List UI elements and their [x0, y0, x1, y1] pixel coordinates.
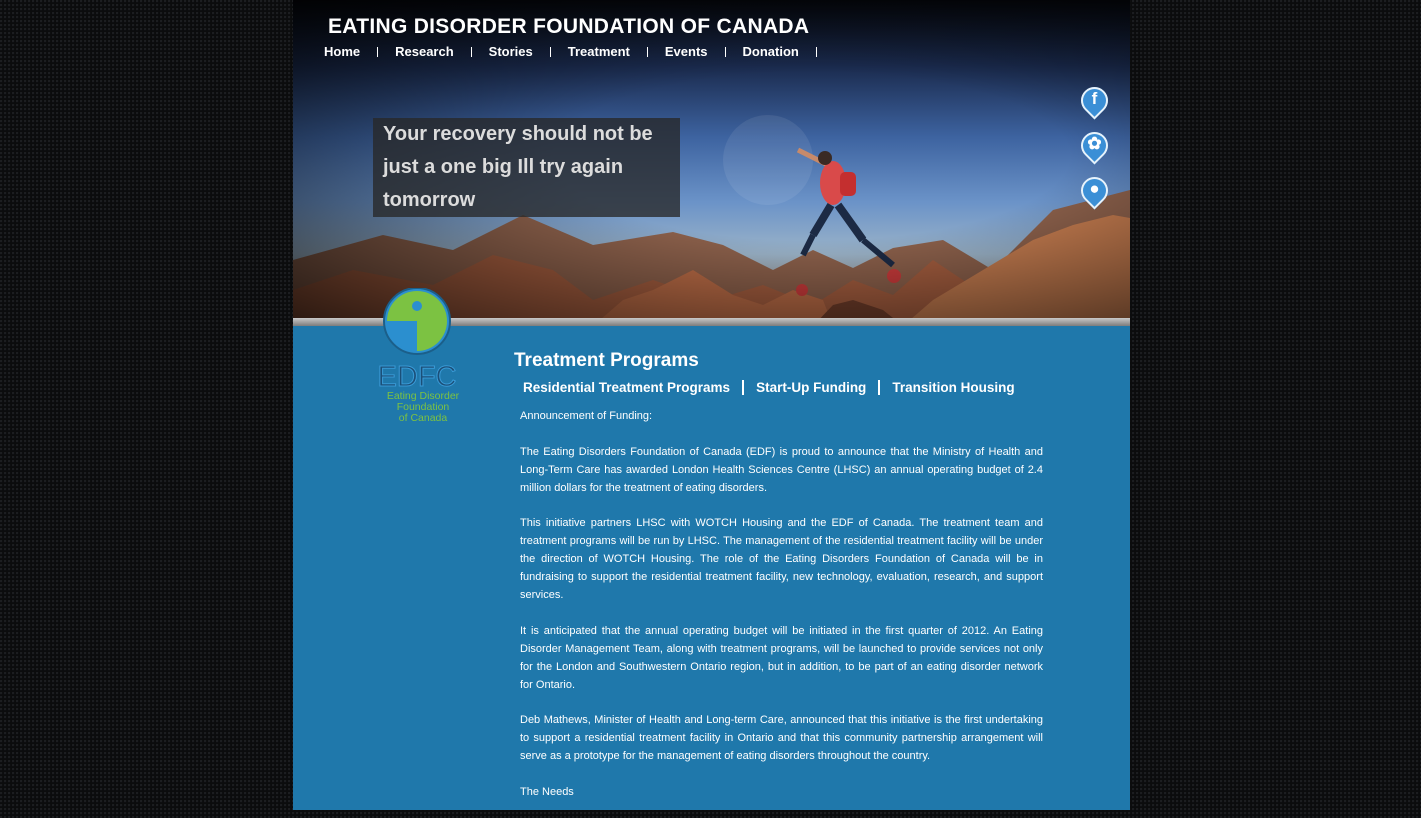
puzzle-logo-icon: EDFC Eating Disorder Foundation of Canad… [377, 287, 460, 424]
facebook-icon: f [1091, 89, 1098, 108]
nav-separator [377, 46, 379, 57]
location-link[interactable]: ● [1075, 171, 1114, 213]
facebook-link[interactable]: f [1075, 81, 1114, 123]
needs-heading: The Needs [520, 785, 574, 798]
nav-home[interactable]: Home [324, 44, 360, 59]
nav-donation[interactable]: Donation [743, 44, 799, 59]
article-body: Announcement of Funding: The Eating Diso… [520, 407, 1043, 818]
brain-icon: ✿ [1087, 134, 1102, 153]
subnav-separator [878, 380, 881, 395]
site-title[interactable]: EATING DISORDER FOUNDATION OF CANADA [328, 15, 809, 39]
article-paragraph: It is anticipated that the annual operat… [520, 624, 1043, 691]
treatment-subnav: Residential Treatment Programs Start-Up … [523, 380, 1015, 395]
page: EATING DISORDER FOUNDATION OF CANADA Hom… [293, 0, 1130, 810]
nav-research[interactable]: Research [395, 44, 454, 59]
article-paragraph: Deb Mathews, Minister of Health and Long… [520, 714, 1043, 762]
nav-separator [724, 46, 726, 57]
logo-abbr: EDFC [379, 361, 456, 393]
nav-events[interactable]: Events [665, 44, 708, 59]
nav-separator [549, 46, 551, 57]
subnav-separator [742, 380, 745, 395]
article-paragraph: The Eating Disorders Foundation of Canad… [520, 445, 1043, 494]
hero-banner: EATING DISORDER FOUNDATION OF CANADA Hom… [293, 0, 1130, 326]
location-icon: ● [1089, 179, 1100, 198]
tab-start-up-funding[interactable]: Start-Up Funding [756, 380, 866, 395]
hero-tagline: Your recovery should not be just a one b… [373, 118, 680, 217]
edfc-logo[interactable]: EDFC Eating Disorder Foundation of Canad… [377, 287, 479, 428]
nav-separator [470, 46, 472, 57]
logo-line3: of Canada [399, 412, 448, 424]
announcement-heading: Announcement of Funding: [520, 410, 653, 422]
nav-stories[interactable]: Stories [489, 44, 533, 59]
brain-link[interactable]: ✿ [1075, 126, 1114, 168]
nav-separator [646, 46, 648, 57]
tab-residential-treatment[interactable]: Residential Treatment Programs [523, 380, 730, 395]
nav-treatment[interactable]: Treatment [568, 44, 630, 59]
main-nav: Home Research Stories Treatment Events D… [324, 44, 834, 59]
tab-transition-housing[interactable]: Transition Housing [892, 380, 1014, 395]
article-paragraph: This initiative partners LHSC with WOTCH… [520, 517, 1043, 601]
nav-separator [815, 46, 817, 57]
page-title: Treatment Programs [514, 350, 699, 371]
